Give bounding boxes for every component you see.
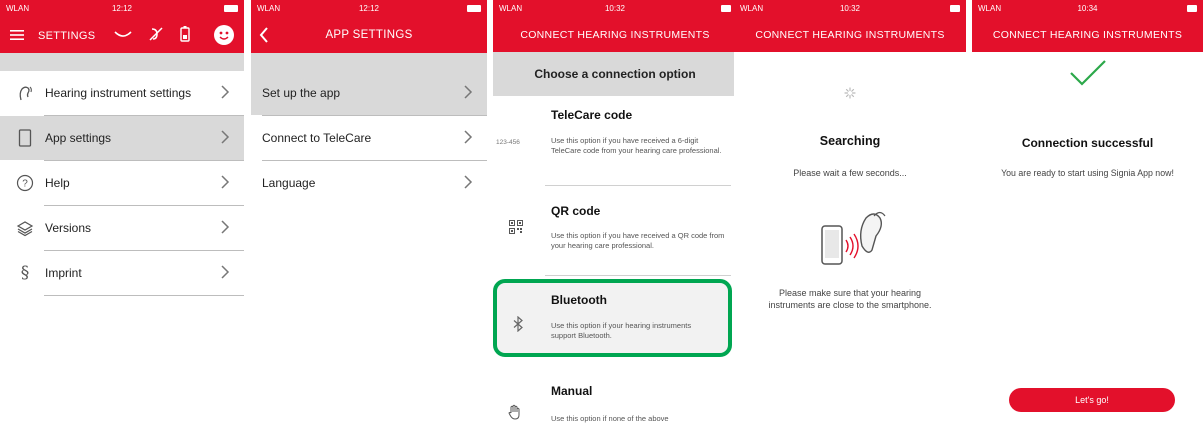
menu-item-versions[interactable]: Versions bbox=[0, 206, 244, 250]
menu-item-app-settings[interactable]: App settings bbox=[0, 116, 244, 160]
nav-bar: CONNECT HEARING INSTRUMENTS bbox=[972, 17, 1203, 52]
menu-item-label: Help bbox=[45, 176, 70, 190]
lets-go-label: Let's go! bbox=[1075, 395, 1109, 405]
option-bluetooth[interactable]: Bluetooth Use this option if your hearin… bbox=[493, 279, 732, 357]
gray-header-strip bbox=[251, 53, 487, 71]
ear-icon bbox=[14, 82, 36, 104]
help-icon: ? bbox=[14, 172, 36, 194]
status-bar: WLAN 12:12 bbox=[0, 0, 244, 17]
loading-spinner-icon bbox=[844, 86, 856, 104]
status-bar: WLAN 10:32 bbox=[493, 0, 737, 17]
telecare-code-icon: 123-456 bbox=[496, 139, 520, 146]
chevron-right-icon bbox=[464, 130, 473, 147]
connection-options-screen: WLAN 10:32 CONNECT HEARING INSTRUMENTS C… bbox=[493, 0, 737, 427]
status-bar: WLAN 10:32 bbox=[734, 0, 966, 17]
app-settings-screen: WLAN 12:12 APP SETTINGS Set up the app C… bbox=[251, 0, 487, 427]
chevron-right-icon bbox=[464, 85, 473, 102]
page-title: APP SETTINGS bbox=[325, 29, 413, 41]
nav-bar: SETTINGS bbox=[0, 17, 244, 53]
checkmark-icon bbox=[1068, 58, 1108, 93]
clock: 10:34 bbox=[1077, 4, 1098, 13]
menu-item-label: Language bbox=[262, 176, 316, 190]
menu-item-label: Versions bbox=[45, 221, 92, 235]
section-icon: § bbox=[20, 263, 30, 283]
status-bar: WLAN 10:34 bbox=[972, 0, 1203, 17]
bluetooth-icon bbox=[512, 315, 524, 337]
searching-heading: Searching bbox=[819, 134, 881, 148]
option-description: Use this option if you have received a Q… bbox=[551, 231, 725, 251]
qr-icon bbox=[509, 220, 523, 239]
option-description: Use this option if your hearing instrume… bbox=[551, 321, 692, 341]
page-title: CONNECT HEARING INSTRUMENTS bbox=[992, 28, 1183, 41]
avatar[interactable] bbox=[214, 25, 234, 45]
clock: 10:32 bbox=[839, 4, 861, 13]
hearing-aid-mode-icon[interactable] bbox=[114, 28, 132, 46]
layers-icon bbox=[14, 217, 36, 239]
option-telecare-code[interactable]: 123-456 TeleCare code Use this option if… bbox=[493, 96, 737, 186]
gray-header-strip bbox=[0, 53, 244, 71]
menu-item-language[interactable]: Language bbox=[251, 161, 487, 205]
chevron-right-icon bbox=[221, 175, 230, 192]
battery-icon bbox=[721, 5, 731, 12]
menu-item-help[interactable]: ? Help bbox=[0, 161, 244, 205]
chevron-right-icon bbox=[221, 220, 230, 237]
chevron-right-icon bbox=[221, 130, 230, 147]
status-bar: WLAN 12:12 bbox=[251, 0, 487, 17]
success-heading: Connection successful bbox=[1021, 136, 1154, 150]
section-header: Choose a connection option bbox=[493, 52, 737, 96]
battery-icon bbox=[224, 5, 238, 12]
menu-item-label: Hearing instrument settings bbox=[45, 86, 192, 100]
page-title: CONNECT HEARING INSTRUMENTS bbox=[520, 28, 710, 41]
menu-item-connect-to-telecare[interactable]: Connect to TeleCare bbox=[251, 116, 487, 160]
battery-icon bbox=[467, 5, 481, 12]
page-title: CONNECT HEARING INSTRUMENTS bbox=[755, 28, 945, 41]
menu-item-label: Set up the app bbox=[262, 86, 341, 100]
menu-item-label: Imprint bbox=[45, 266, 82, 280]
lets-go-button[interactable]: Let's go! bbox=[1009, 388, 1175, 412]
nav-bar: APP SETTINGS bbox=[251, 17, 487, 53]
menu-icon[interactable] bbox=[10, 28, 24, 46]
clock: 10:32 bbox=[604, 4, 626, 13]
clock: 12:12 bbox=[111, 4, 133, 13]
option-qr-code[interactable]: QR code Use this option if you have rece… bbox=[493, 186, 737, 276]
clock: 12:12 bbox=[358, 4, 380, 13]
option-title: Bluetooth bbox=[551, 293, 607, 307]
option-manual[interactable]: Manual Use this option if none of the ab… bbox=[493, 372, 737, 427]
menu-item-label: Connect to TeleCare bbox=[262, 131, 372, 145]
menu-item-label: App settings bbox=[45, 131, 112, 145]
menu-item-imprint[interactable]: § Imprint bbox=[0, 251, 244, 295]
divider bbox=[545, 275, 731, 276]
proximity-note: Please make sure that your hearing instr… bbox=[768, 288, 932, 310]
searching-screen: WLAN 10:32 CONNECT HEARING INSTRUMENTS S… bbox=[734, 0, 966, 427]
page-title: SETTINGS bbox=[38, 30, 96, 42]
battery-icon bbox=[1187, 5, 1197, 12]
phone-icon bbox=[14, 127, 36, 149]
searching-subtext: Please wait a few seconds... bbox=[793, 168, 907, 178]
battery-status-icon[interactable] bbox=[180, 26, 190, 47]
svg-text:?: ? bbox=[22, 179, 28, 190]
option-title: QR code bbox=[551, 204, 601, 218]
divider bbox=[44, 295, 244, 296]
option-title: TeleCare code bbox=[551, 108, 633, 122]
phone-hearing-aid-illustration bbox=[818, 210, 890, 275]
nav-bar: CONNECT HEARING INSTRUMENTS bbox=[734, 17, 966, 52]
mute-icon[interactable] bbox=[148, 26, 164, 47]
chevron-right-icon bbox=[221, 265, 230, 282]
success-subtext: You are ready to start using Signia App … bbox=[1001, 168, 1174, 178]
menu-item-set-up-the-app[interactable]: Set up the app bbox=[251, 71, 487, 115]
option-description: Use this option if you have received a 6… bbox=[551, 136, 722, 156]
battery-icon bbox=[950, 5, 960, 12]
option-description: Use this option if none of the above bbox=[551, 414, 669, 423]
nav-bar: CONNECT HEARING INSTRUMENTS bbox=[493, 17, 737, 52]
menu-item-hearing-instrument-settings[interactable]: Hearing instrument settings bbox=[0, 71, 244, 115]
chevron-right-icon bbox=[464, 175, 473, 192]
settings-screen: WLAN 12:12 SETTINGS Hearing instrument s… bbox=[0, 0, 244, 427]
chevron-right-icon bbox=[221, 85, 230, 102]
hand-icon bbox=[508, 404, 522, 425]
connection-success-screen: WLAN 10:34 CONNECT HEARING INSTRUMENTS C… bbox=[972, 0, 1203, 427]
option-title: Manual bbox=[551, 384, 593, 398]
section-header-label: Choose a connection option bbox=[534, 67, 696, 81]
back-arrow-icon[interactable] bbox=[259, 27, 269, 48]
